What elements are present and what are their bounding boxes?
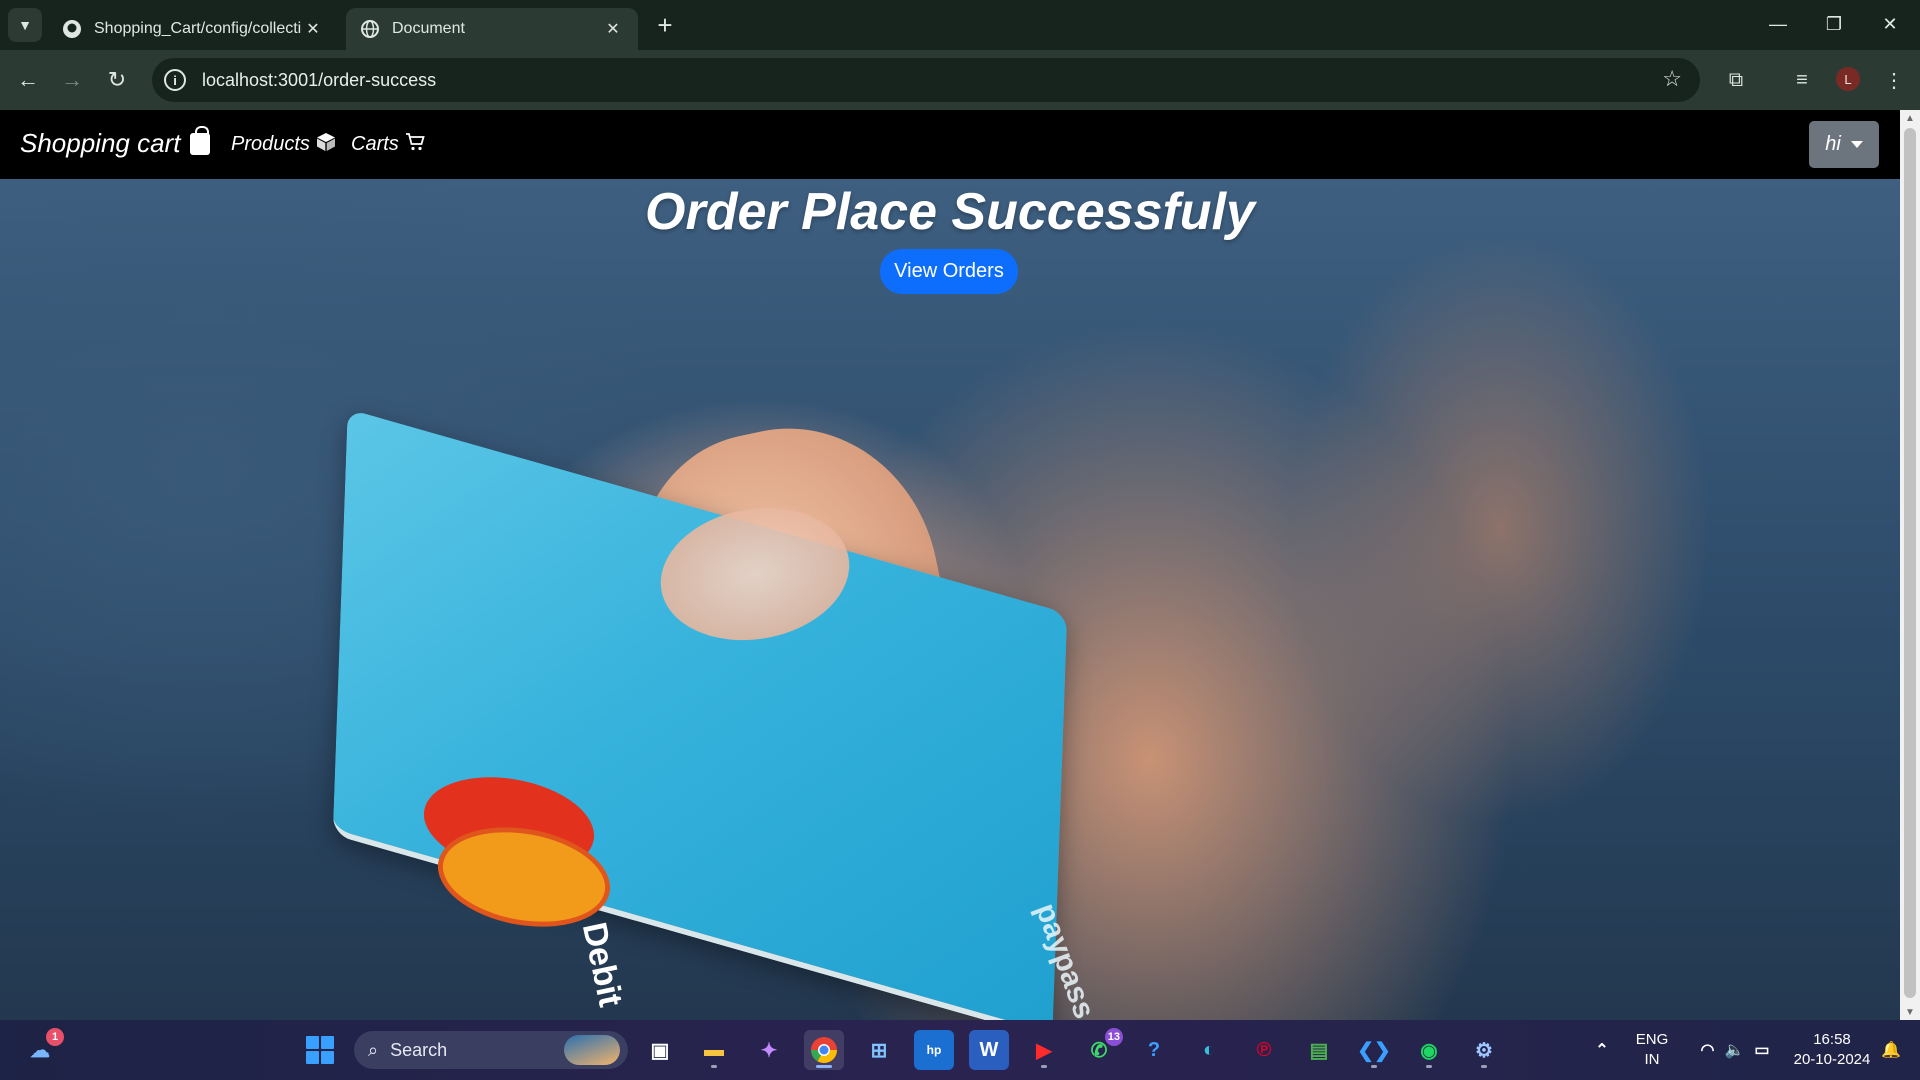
reload-button[interactable]: ↻ bbox=[99, 62, 135, 98]
running-indicator bbox=[711, 1065, 717, 1068]
running-indicator bbox=[1041, 1065, 1047, 1068]
edge-icon[interactable]: ◐ bbox=[1189, 1030, 1229, 1070]
arrow-right-icon: → bbox=[61, 67, 83, 92]
tab-search-button[interactable]: ▼ bbox=[8, 8, 42, 42]
card-debit-text: Debit bbox=[574, 919, 630, 1011]
cart-icon bbox=[405, 132, 425, 157]
steam-icon[interactable]: ⚙ bbox=[1464, 1030, 1504, 1070]
bookmark-star-icon[interactable]: ☆ bbox=[1662, 66, 1682, 92]
widget-badge: 1 bbox=[46, 1028, 64, 1046]
search-placeholder: Search bbox=[390, 1039, 448, 1060]
myhp-icon[interactable]: hp bbox=[914, 1030, 954, 1070]
tab-title: Shopping_Cart/config/collectio bbox=[94, 20, 302, 37]
user-dropdown-label: hi bbox=[1825, 133, 1841, 155]
whatsapp-icon[interactable]: ✆ 13 bbox=[1079, 1028, 1123, 1070]
search-highlight-image bbox=[564, 1035, 620, 1065]
windows-taskbar: ☁ 1 ⌕ Search ▣ ▬ ✦ ⊞ hp W ▶ ✆ 13 ? ◐ ℗ ▤… bbox=[0, 1020, 1920, 1080]
close-icon[interactable]: ✕ bbox=[302, 18, 324, 40]
profile-avatar[interactable]: L bbox=[1836, 67, 1860, 91]
page-viewport: Debit paypass Shopping cart Products Car… bbox=[0, 110, 1900, 1020]
widgets-button[interactable]: ☁ 1 bbox=[20, 1028, 64, 1070]
spotify-icon[interactable]: ◉ bbox=[1409, 1030, 1449, 1070]
back-button[interactable]: ← bbox=[10, 62, 46, 98]
new-tab-button[interactable]: + bbox=[650, 10, 680, 40]
address-bar[interactable]: i localhost:3001/order-success ☆ bbox=[152, 58, 1700, 102]
youtube-icon[interactable]: ▶ bbox=[1024, 1030, 1064, 1070]
wifi-icon: ◠ bbox=[1700, 1042, 1715, 1059]
clock-date: 20-10-2024 bbox=[1793, 1051, 1871, 1068]
whatsapp-badge: 13 bbox=[1104, 1028, 1123, 1046]
microsoft-store-icon[interactable]: ⊞ bbox=[859, 1030, 899, 1070]
minimize-button[interactable]: — bbox=[1750, 0, 1806, 48]
start-button[interactable] bbox=[306, 1036, 334, 1064]
notification-bell-icon[interactable]: 🔔 bbox=[1876, 1030, 1906, 1070]
chevron-down-icon: ▼ bbox=[18, 17, 32, 33]
system-tray[interactable]: ◠ 🔈 ▭ bbox=[1680, 1030, 1790, 1070]
shopping-bag-icon bbox=[190, 125, 211, 155]
browser-toolbar: ← → ↻ i localhost:3001/order-success ☆ ⧉… bbox=[0, 50, 1920, 110]
browser-tab-github[interactable]: Shopping_Cart/config/collectio ✕ bbox=[48, 8, 338, 50]
scrollbar-thumb[interactable] bbox=[1904, 128, 1916, 998]
language-indicator[interactable]: ENG IN bbox=[1628, 1030, 1676, 1070]
view-orders-button[interactable]: View Orders bbox=[880, 249, 1018, 294]
scroll-down-icon[interactable]: ▼ bbox=[1900, 1004, 1920, 1020]
volume-icon: 🔈 bbox=[1724, 1042, 1745, 1059]
browser-tabstrip: ▼ Shopping_Cart/config/collectio ✕ Docum… bbox=[0, 0, 1920, 50]
region-label: IN bbox=[1644, 1051, 1660, 1068]
battery-icon: ▭ bbox=[1754, 1042, 1770, 1059]
url-text: localhost:3001/order-success bbox=[202, 69, 437, 90]
search-icon: ⌕ bbox=[368, 1039, 379, 1060]
pinterest-icon[interactable]: ℗ bbox=[1244, 1030, 1284, 1070]
scroll-up-icon[interactable]: ▲ bbox=[1900, 110, 1920, 126]
user-dropdown-button[interactable]: hi bbox=[1809, 121, 1879, 168]
language-label: ENG bbox=[1635, 1031, 1669, 1048]
running-indicator bbox=[1481, 1065, 1487, 1068]
site-info-icon[interactable]: i bbox=[164, 69, 186, 91]
page-scrollbar[interactable]: ▲ ▼ bbox=[1900, 110, 1920, 1020]
nav-link-products[interactable]: Products bbox=[231, 132, 336, 157]
caret-down-icon bbox=[1850, 141, 1863, 148]
extensions-icon[interactable]: ⧉ bbox=[1718, 62, 1754, 98]
taskbar-search[interactable]: ⌕ Search bbox=[354, 1031, 628, 1069]
running-indicator bbox=[816, 1065, 832, 1068]
arrow-left-icon: ← bbox=[17, 67, 39, 92]
cube-icon bbox=[316, 132, 336, 157]
browser-tab-document[interactable]: Document ✕ bbox=[346, 8, 638, 50]
copilot-icon[interactable]: ✦ bbox=[749, 1030, 789, 1070]
nav-link-label: Carts bbox=[351, 133, 399, 155]
forward-button[interactable]: → bbox=[54, 62, 90, 98]
github-icon bbox=[62, 19, 82, 39]
clock-time: 16:58 bbox=[1813, 1031, 1851, 1048]
nav-link-label: Products bbox=[231, 133, 310, 155]
close-icon[interactable]: ✕ bbox=[602, 18, 624, 40]
file-explorer-icon[interactable]: ▬ bbox=[694, 1030, 734, 1070]
brand-label: Shopping cart bbox=[20, 128, 181, 158]
running-indicator bbox=[1426, 1065, 1432, 1068]
chevron-up-icon[interactable]: ⌃ bbox=[1582, 1030, 1622, 1070]
photos-icon[interactable]: ▤ bbox=[1299, 1030, 1339, 1070]
globe-icon bbox=[360, 19, 380, 39]
restore-button[interactable]: ❐ bbox=[1806, 0, 1862, 48]
chrome-icon[interactable] bbox=[804, 1030, 844, 1070]
close-window-button[interactable]: ✕ bbox=[1862, 0, 1918, 48]
word-icon[interactable]: W bbox=[969, 1030, 1009, 1070]
vscode-icon[interactable]: ❮❯ bbox=[1354, 1030, 1394, 1070]
nav-link-carts[interactable]: Carts bbox=[351, 132, 425, 157]
task-view-icon[interactable]: ▣ bbox=[640, 1030, 680, 1070]
tab-title: Document bbox=[392, 20, 465, 37]
site-navbar: Shopping cart Products Carts hi bbox=[0, 110, 1900, 179]
reload-icon: ↻ bbox=[107, 67, 127, 92]
brand-link[interactable]: Shopping cart bbox=[20, 125, 211, 159]
order-success-heading: Order Place Successfuly bbox=[645, 183, 1255, 241]
help-icon[interactable]: ? bbox=[1134, 1030, 1174, 1070]
hero-background-image: Debit paypass bbox=[0, 179, 1900, 1020]
media-control-icon[interactable]: ≡ bbox=[1784, 62, 1820, 98]
clock[interactable]: 16:58 20-10-2024 bbox=[1782, 1030, 1882, 1070]
running-indicator bbox=[1371, 1065, 1377, 1068]
menu-kebab-icon[interactable]: ⋮ bbox=[1876, 62, 1912, 98]
